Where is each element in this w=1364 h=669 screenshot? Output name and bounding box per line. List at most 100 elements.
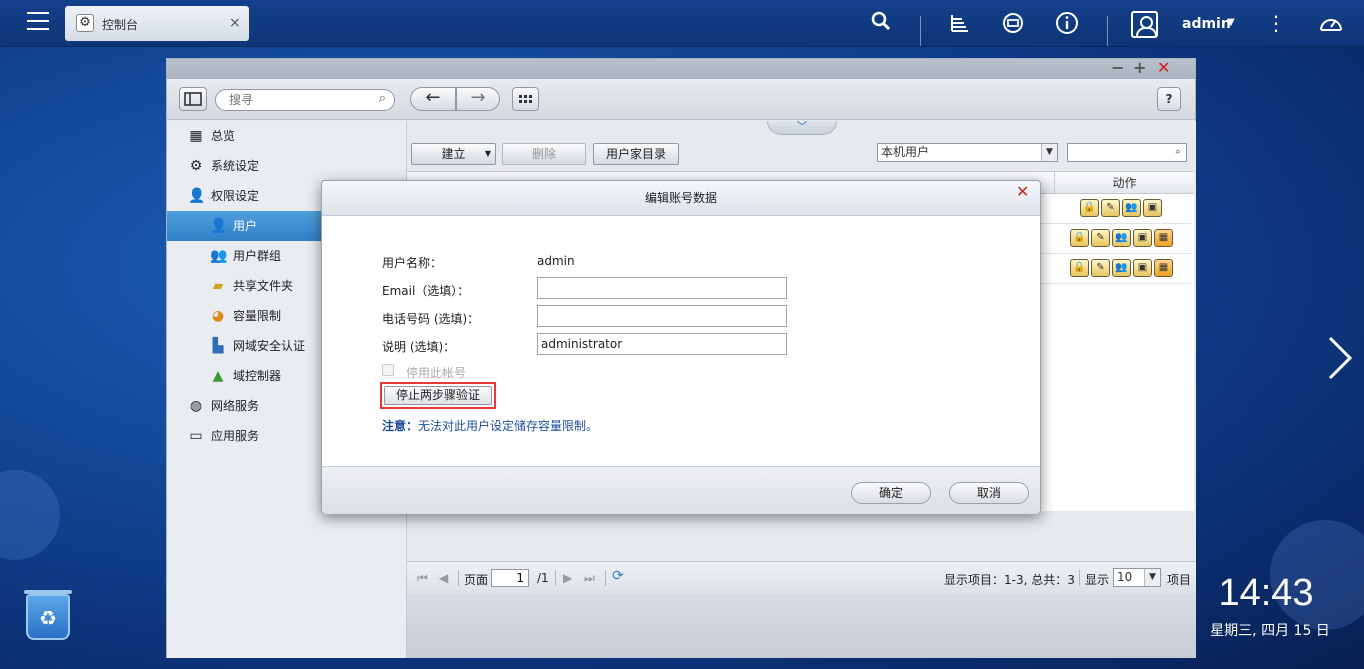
maximize-icon[interactable]: +: [1133, 59, 1146, 77]
page-total: /1: [537, 571, 549, 585]
divider: [920, 16, 921, 46]
chevron-down-icon: ▼: [1144, 569, 1160, 586]
user-group-icon[interactable]: 👥: [1112, 259, 1131, 277]
user-icon: 👤: [188, 188, 206, 204]
gear-icon: ⚙: [76, 14, 94, 32]
description-label: 说明 (选填)：: [382, 340, 456, 354]
cancel-button[interactable]: 取消: [949, 482, 1029, 504]
dialog-title: 编辑账号数据: [644, 191, 717, 205]
search-icon[interactable]: ⌕: [379, 91, 386, 106]
sidebar-item-label: 域控制器: [233, 369, 282, 383]
sidebar-item-system-settings[interactable]: ⚙ 系统设定: [167, 151, 407, 181]
info-icon[interactable]: [1054, 11, 1080, 37]
create-button[interactable]: 建立 ▼: [411, 143, 496, 165]
tab-label: 控制台: [102, 18, 139, 32]
prev-page-icon[interactable]: ◀: [439, 571, 448, 585]
user-avatar-icon[interactable]: [1131, 11, 1158, 38]
search-box[interactable]: ⌕: [215, 89, 395, 111]
create-button-label: 建立: [441, 147, 466, 161]
disable-account-checkbox[interactable]: [382, 364, 394, 376]
clock-time: 14:43: [1218, 572, 1314, 614]
search-input[interactable]: [229, 90, 379, 110]
search-icon[interactable]: ⌕: [1170, 144, 1186, 161]
dialog-header: 编辑账号数据 ✕: [322, 181, 1040, 216]
search-icon[interactable]: [868, 11, 894, 37]
row-actions: 🔒 ✎ 👥 ▣: [1080, 199, 1164, 217]
app-privilege-icon[interactable]: ▦: [1154, 229, 1173, 247]
sidebar-item-label: 用户群组: [233, 249, 282, 263]
action-bar: 建立 ▼ 删除 用户家目录 本机用户 ▼ ⌕: [407, 141, 1196, 167]
edit-icon[interactable]: ✎: [1091, 229, 1110, 247]
minimize-icon[interactable]: −: [1111, 59, 1124, 77]
description-field[interactable]: [537, 333, 787, 355]
user-icon: 👤: [210, 218, 228, 234]
sidebar-item-label: 总览: [211, 129, 236, 143]
more-options-icon[interactable]: ⋮: [1263, 11, 1289, 37]
back-button[interactable]: ←: [410, 87, 456, 111]
folder-icon: ▰: [212, 278, 224, 294]
display-items-text: 显示项目：1-3, 总共：3: [944, 573, 1075, 587]
close-icon[interactable]: ✕: [1016, 182, 1029, 201]
dashboard-icon[interactable]: [1318, 11, 1344, 37]
next-page-icon[interactable]: ▶: [563, 571, 572, 585]
edit-icon[interactable]: ✎: [1091, 259, 1110, 277]
menu-icon[interactable]: [27, 12, 49, 32]
username-value: admin: [537, 254, 575, 268]
refresh-icon[interactable]: ⟳: [612, 568, 624, 584]
password-icon[interactable]: 🔒: [1070, 259, 1089, 277]
home-folder-button[interactable]: 用户家目录: [593, 143, 679, 165]
ok-button[interactable]: 确定: [851, 482, 931, 504]
caret-down-icon[interactable]: ▼: [1227, 17, 1235, 28]
edit-icon[interactable]: ✎: [1101, 199, 1120, 217]
folder-permission-icon[interactable]: ▣: [1143, 199, 1162, 217]
close-window-icon[interactable]: ✕: [1157, 59, 1170, 77]
globe-icon: ◍: [189, 398, 203, 414]
per-page-select[interactable]: 10 ▼: [1113, 568, 1161, 587]
row-actions: 🔒 ✎ 👥 ▣ ▦: [1070, 229, 1175, 247]
sidebar-item-label: 应用服务: [211, 429, 260, 443]
phone-field[interactable]: [537, 305, 787, 327]
user-group-icon[interactable]: 👥: [1122, 199, 1141, 217]
apps-grid-button[interactable]: [512, 87, 539, 111]
folder-permission-icon[interactable]: ▣: [1133, 229, 1152, 247]
inbox-icon: ▭: [189, 428, 203, 444]
gear-icon: ⚙: [189, 158, 203, 174]
password-icon[interactable]: 🔒: [1080, 199, 1099, 217]
disable-account-label: 停用此帐号: [406, 366, 467, 380]
first-page-icon[interactable]: ⏮: [417, 571, 428, 586]
folder-permission-icon[interactable]: ▣: [1133, 259, 1152, 277]
user-group-icon[interactable]: 👥: [1112, 229, 1131, 247]
last-page-icon[interactable]: ⏭: [584, 571, 595, 586]
sidebar-item-label: 共享文件夹: [233, 279, 294, 293]
divider: [1079, 570, 1080, 586]
user-search-field[interactable]: ⌕: [1067, 143, 1187, 162]
items-label: 项目: [1167, 573, 1192, 587]
password-icon[interactable]: 🔒: [1070, 229, 1089, 247]
sidebar-toggle-button[interactable]: [179, 87, 207, 111]
disable-two-step-button[interactable]: 停止两步骤验证: [384, 386, 492, 405]
username[interactable]: admin: [1182, 16, 1231, 32]
email-label: Email（选填）：: [382, 284, 470, 298]
sidebar-item-overview[interactable]: ▦ 总览: [167, 121, 407, 151]
collapse-toggle-icon[interactable]: ﹀: [767, 121, 837, 135]
next-page-arrow-icon[interactable]: [1326, 336, 1354, 380]
external-device-icon[interactable]: [1000, 11, 1026, 37]
recycle-bin-icon[interactable]: ♻: [24, 590, 72, 640]
user-type-select[interactable]: 本机用户 ▼: [877, 143, 1058, 162]
delete-button[interactable]: 删除: [502, 143, 586, 165]
note-text: 注意：无法对此用户设定储存容量限制。: [382, 417, 598, 434]
dialog-footer: 确定 取消: [322, 466, 1040, 514]
row-actions: 🔒 ✎ 👥 ▣ ▦: [1070, 259, 1175, 277]
page-label: 页面: [464, 573, 489, 587]
forward-button[interactable]: →: [456, 87, 500, 111]
app-privilege-icon[interactable]: ▦: [1154, 259, 1173, 277]
page-number-input[interactable]: [491, 569, 529, 587]
background-task-icon[interactable]: [947, 11, 973, 37]
highlight-box: 停止两步骤验证: [380, 382, 496, 409]
tab-close-icon[interactable]: ×: [229, 15, 241, 31]
email-field[interactable]: [537, 277, 787, 299]
tab-control-panel[interactable]: ⚙ 控制台 ×: [65, 6, 249, 41]
edit-account-dialog: 编辑账号数据 ✕ 用户名称： admin Email（选填）： 电话号码 (选填…: [321, 180, 1041, 514]
divider: [555, 570, 556, 586]
help-button[interactable]: ?: [1157, 87, 1181, 111]
